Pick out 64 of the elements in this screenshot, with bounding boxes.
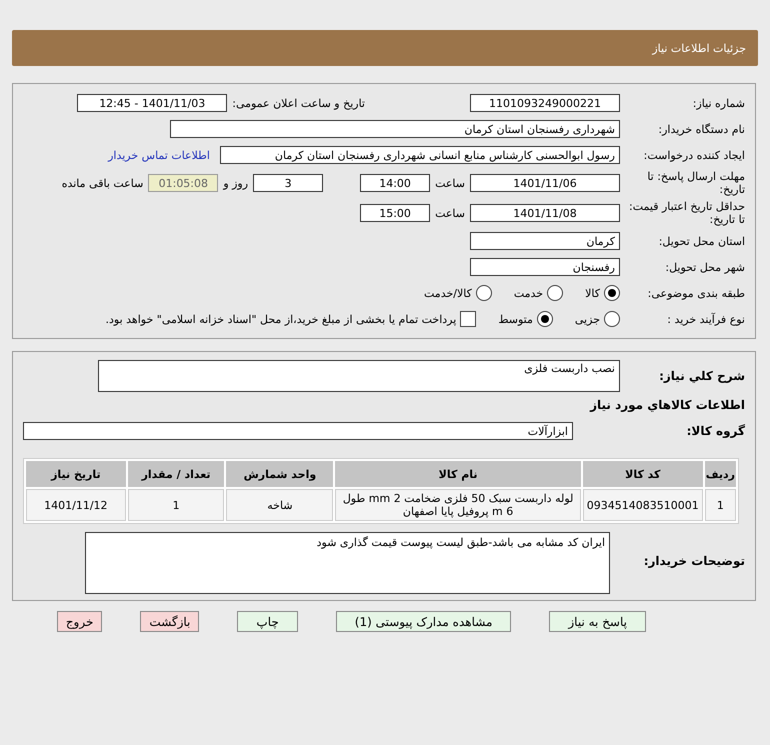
field-label: ایجاد کننده درخواست: <box>642 148 745 162</box>
radio-label: خدمت <box>514 286 544 300</box>
table-cell: 1 <box>128 489 224 521</box>
field-label: مهلت ارسال پاسخ: تا تاریخ: <box>646 170 745 196</box>
field-label: نوع فرآیند خرید : <box>666 312 745 326</box>
column-header: کد کالا <box>582 461 703 487</box>
radio-button[interactable] <box>476 285 492 301</box>
days-field: 3 <box>253 174 324 192</box>
remaining-label: ساعت باقی مانده <box>62 176 144 190</box>
field-label: شرح کلي نياز: <box>658 369 745 383</box>
field-label: طبقه بندی موضوعی: <box>646 286 745 300</box>
radio-label: کالا/خدمت <box>424 286 472 300</box>
time-label: ساعت <box>435 206 465 220</box>
radio-button[interactable] <box>547 285 564 301</box>
field-label: توضیحات خریدار: <box>642 554 745 568</box>
creator-field: رسول ابوالحسنی کارشناس منابع انسانی شهرداری رفسنجان استان کرمان <box>220 146 620 164</box>
radio-label: متوسط <box>498 312 533 326</box>
field-label: حداقل تاریخ اعتبار قیمت: تا تاریخ: <box>628 200 745 226</box>
action-button[interactable]: چاپ <box>237 611 298 632</box>
time-label: ساعت <box>435 176 465 190</box>
table-cell: 0934514083510001 <box>582 489 703 521</box>
column-header: تاریخ نیاز <box>26 461 126 487</box>
action-button[interactable]: بازگشت <box>140 611 200 632</box>
radio-label: جزیی <box>574 312 600 326</box>
radio-label: کالا <box>585 286 600 300</box>
section-heading: اطلاعات کالاهاي مورد نياز <box>590 398 745 412</box>
field-label: نام دستگاه خریدار: <box>657 122 745 136</box>
time-field: 14:00 <box>360 174 430 192</box>
need-number-field: 1101093249000221 <box>470 94 620 112</box>
announce-date-field: 1401/11/03 - 12:45 <box>77 94 228 112</box>
column-header: واحد شمارش <box>226 461 334 487</box>
radio-button[interactable] <box>604 285 620 301</box>
checkbox[interactable] <box>460 311 476 327</box>
field-label: گروه کالا: <box>686 424 745 438</box>
field-label: تاریخ و ساعت اعلان عمومی: <box>232 96 365 110</box>
column-header: تعداد / مقدار <box>128 461 224 487</box>
field-label: شماره نیاز: <box>692 96 745 110</box>
action-button[interactable]: مشاهده مدارک پیوستی (1) <box>336 611 512 632</box>
action-button[interactable]: خروج <box>56 611 102 632</box>
province-field: کرمان <box>470 232 620 250</box>
table-cell: شاخه <box>226 489 334 521</box>
field-label: شهر محل تحویل: <box>664 260 745 274</box>
table-cell: لوله داربست سبک 50 فلزی ضخامت 2 mm طول 6 m پروفیل پایا اصفهان <box>335 489 581 521</box>
field-label: استان محل تحویل: <box>658 234 745 248</box>
column-header: ردیف <box>704 461 736 487</box>
column-header: نام کالا <box>335 461 581 487</box>
checkbox-label: پرداخت تمام یا بخشی از مبلغ خرید،از محل "اسناد خزانه اسلامی" خواهد بود. <box>106 312 456 326</box>
table-cell: 1401/11/12 <box>26 489 126 521</box>
page-title: جزئیات اطلاعات نیاز <box>652 42 746 54</box>
radio-button[interactable] <box>604 311 620 327</box>
contact-link[interactable]: اطلاعات تماس خریدار <box>108 148 210 162</box>
action-button[interactable]: پاسخ به نیاز <box>549 611 646 632</box>
date-field: 1401/11/08 <box>470 204 620 222</box>
description-field: نصب داربست فلزی <box>98 360 620 392</box>
time-field: 15:00 <box>360 204 430 222</box>
remaining-time-field: 01:05:08 <box>148 174 218 192</box>
table-cell: 1 <box>704 489 736 521</box>
buyer-field: شهرداری رفسنجان استان کرمان <box>170 120 620 138</box>
days-label: روز و <box>223 176 248 190</box>
buyer-notes-field: ایران کد مشابه می باشد-طبق لیست پیوست قیمت گذاری شود <box>85 532 610 594</box>
radio-button[interactable] <box>536 311 553 327</box>
date-field: 1401/11/06 <box>470 174 620 192</box>
city-field: رفسنجان <box>470 258 620 276</box>
goods-group-field: ابزارآلات <box>23 422 573 440</box>
